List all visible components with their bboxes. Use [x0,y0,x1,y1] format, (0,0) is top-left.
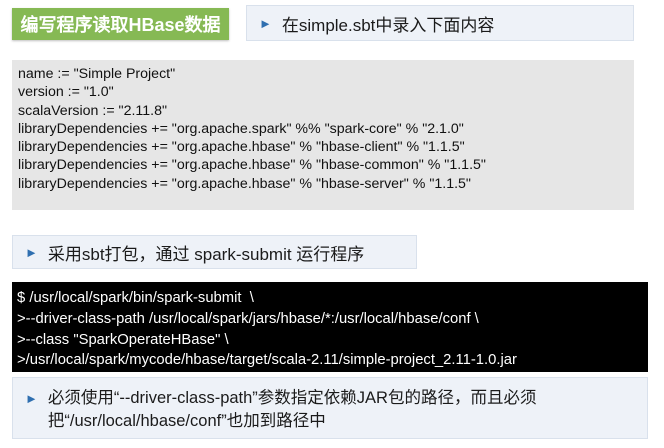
sbt-line: scalaVersion := "2.11.8" [18,102,168,119]
terminal-command-block: $ /usr/local/spark/bin/spark-submit \ >-… [12,282,648,372]
command-line: >--driver-class-path /usr/local/spark/ja… [17,310,479,327]
triangle-right-icon: ► [259,15,272,31]
sbt-line: version := "1.0" [18,84,114,101]
slide-title: 编写程序读取HBase数据 [12,8,229,40]
sbt-code-block: name := "Simple Project" version := "1.0… [12,60,634,210]
callout-sbt-instruction: ► 在simple.sbt中录入下面内容 [246,5,634,41]
command-line: >--class "SparkOperateHBase" \ [17,331,229,348]
callout-package-text: 采用sbt打包，通过 spark-submit 运行程序 [47,244,365,264]
sbt-line: libraryDependencies += "org.apache.spark… [18,120,464,137]
callout-package-instruction: ► 采用sbt打包，通过 spark-submit 运行程序 [12,235,417,269]
triangle-right-icon: ► [25,244,38,260]
command-line: >/usr/local/spark/mycode/hbase/target/sc… [17,352,517,369]
callout-note-text: 必须使用“--driver-class-path”参数指定依赖JAR包的路径，而… [47,389,537,430]
callout-sbt-text: 在simple.sbt中录入下面内容 [281,15,495,35]
sbt-line: name := "Simple Project" [18,66,176,82]
callout-note: ► 必须使用“--driver-class-path”参数指定依赖JAR包的路径… [12,377,648,439]
sbt-line: libraryDependencies += "org.apache.hbase… [18,139,465,156]
sbt-line: libraryDependencies += "org.apache.hbase… [18,175,471,192]
command-line: $ /usr/local/spark/bin/spark-submit \ [17,290,254,306]
sbt-line: libraryDependencies += "org.apache.hbase… [18,157,486,174]
triangle-right-icon: ► [25,391,38,406]
